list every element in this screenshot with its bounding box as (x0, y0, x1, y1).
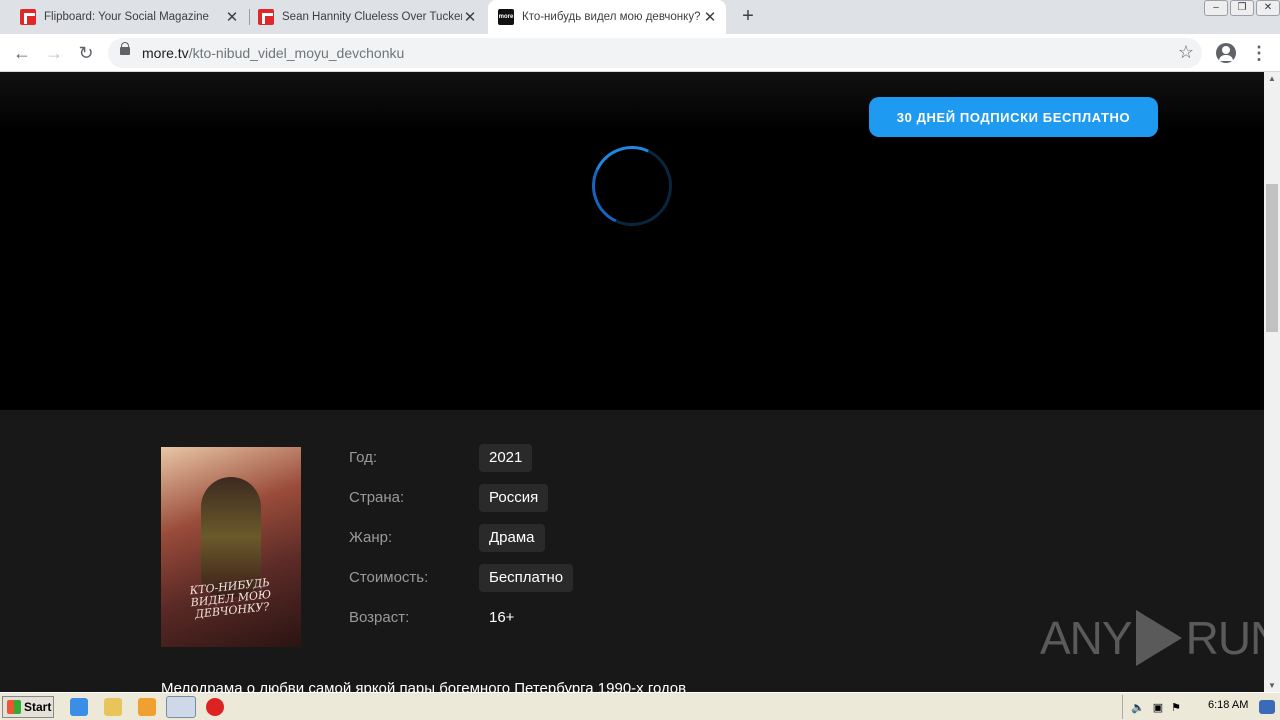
video-player[interactable]: 30 ДНЕЙ ПОДПИСКИ БЕСПЛАТНО (0, 72, 1264, 410)
chrome-taskbar-button[interactable] (166, 696, 196, 718)
start-button[interactable]: Start (2, 696, 54, 718)
tab-title: Flipboard: Your Social Magazine (44, 11, 209, 23)
page-content: 30 ДНЕЙ ПОДПИСКИ БЕСПЛАТНО Кто-нибудь ви… (0, 72, 1264, 692)
show-desktop-icon[interactable] (1259, 700, 1275, 714)
media-player-icon[interactable] (138, 698, 156, 716)
minimize-icon[interactable]: – (1204, 0, 1228, 16)
internet-explorer-icon[interactable] (70, 698, 88, 716)
vertical-scrollbar[interactable]: ▲ ▼ (1264, 72, 1280, 692)
taskbar: Start 🔈 ▣ ⚑ 6:18 AM (0, 692, 1280, 720)
flipboard-icon (20, 9, 36, 25)
windows-logo-icon (7, 700, 21, 714)
speaker-icon[interactable]: 🔈 (1131, 701, 1145, 714)
scroll-up-icon[interactable]: ▲ (1268, 74, 1276, 83)
poster-title: Кто-нибудь видел мою девчонку? (189, 575, 272, 621)
scroll-down-icon[interactable]: ▼ (1268, 681, 1276, 690)
meta-value-year: 2021 (479, 444, 533, 472)
restore-icon[interactable]: ❐ (1230, 0, 1254, 16)
loading-spinner-icon (580, 134, 684, 238)
opera-icon[interactable] (206, 698, 224, 716)
close-tab-icon[interactable]: ✕ (702, 8, 718, 26)
meta-label-country: Страна: (349, 489, 405, 506)
address-bar[interactable]: more.tv/kto-nibud_videl_moyu_devchonku ☆ (108, 38, 1202, 68)
meta-label-age: Возраст: (349, 609, 410, 626)
lock-icon (120, 42, 130, 55)
browser-toolbar: ← → ↻ more.tv/kto-nibud_videl_moyu_devch… (0, 34, 1280, 72)
file-explorer-icon[interactable] (104, 698, 122, 716)
tab-title: Кто-нибудь видел мою девчонку? (522, 11, 701, 23)
play-logo-icon (1135, 610, 1182, 666)
clock: 6:18 AM (1208, 699, 1249, 711)
meta-value-age: 16+ (489, 609, 515, 626)
flipboard-icon (258, 9, 274, 25)
new-tab-button[interactable]: + (738, 6, 758, 26)
meta-label-genre: Жанр: (349, 529, 393, 546)
system-tray: 🔈 ▣ ⚑ (1122, 695, 1278, 719)
back-icon[interactable]: ← (9, 40, 35, 66)
scrollbar-thumb[interactable] (1266, 184, 1278, 332)
tab-flipboard[interactable]: Flipboard: Your Social Magazine ✕ (0, 0, 248, 34)
meta-label-year: Год: (349, 449, 378, 466)
screen: Flipboard: Your Social Magazine ✕ Sean H… (0, 0, 1280, 720)
movie-description: Мелодрама о любви самой яркой пары богем… (161, 680, 687, 692)
close-window-icon[interactable]: ✕ (1256, 0, 1280, 16)
forward-icon[interactable]: → (41, 40, 67, 66)
meta-value-genre[interactable]: Драма (479, 524, 545, 552)
reload-icon[interactable]: ↻ (73, 40, 99, 66)
tab-more-tv[interactable]: more Кто-нибудь видел мою девчонку? ✕ (488, 0, 726, 34)
anyrun-watermark: ANY RUN (1040, 610, 1264, 666)
meta-label-cost: Стоимость: (349, 569, 429, 586)
url-text[interactable]: more.tv/kto-nibud_videl_moyu_devchonku (142, 45, 404, 61)
tab-title: Sean Hannity Clueless Over Tucker C (282, 11, 462, 23)
menu-icon[interactable]: ⋮ (1250, 42, 1268, 64)
network-icon[interactable]: ▣ (1153, 701, 1163, 714)
tab-strip: Flipboard: Your Social Magazine ✕ Sean H… (0, 0, 1280, 34)
close-tab-icon[interactable]: ✕ (462, 8, 478, 26)
meta-value-country[interactable]: Россия (479, 484, 549, 512)
meta-value-cost: Бесплатно (479, 564, 574, 592)
window-controls: – ❐ ✕ (1202, 0, 1280, 18)
action-center-flag-icon[interactable]: ⚑ (1171, 701, 1181, 714)
bookmark-star-icon[interactable]: ☆ (1178, 42, 1194, 63)
account-icon[interactable] (1216, 43, 1236, 63)
start-label: Start (24, 700, 52, 714)
free-subscription-button[interactable]: 30 ДНЕЙ ПОДПИСКИ БЕСПЛАТНО (869, 97, 1158, 137)
movie-poster: Кто-нибудь видел мою девчонку? (161, 447, 301, 647)
more-tv-icon: more (498, 9, 514, 25)
tab-sean-hannity[interactable]: Sean Hannity Clueless Over Tucker C ✕ (238, 0, 486, 34)
